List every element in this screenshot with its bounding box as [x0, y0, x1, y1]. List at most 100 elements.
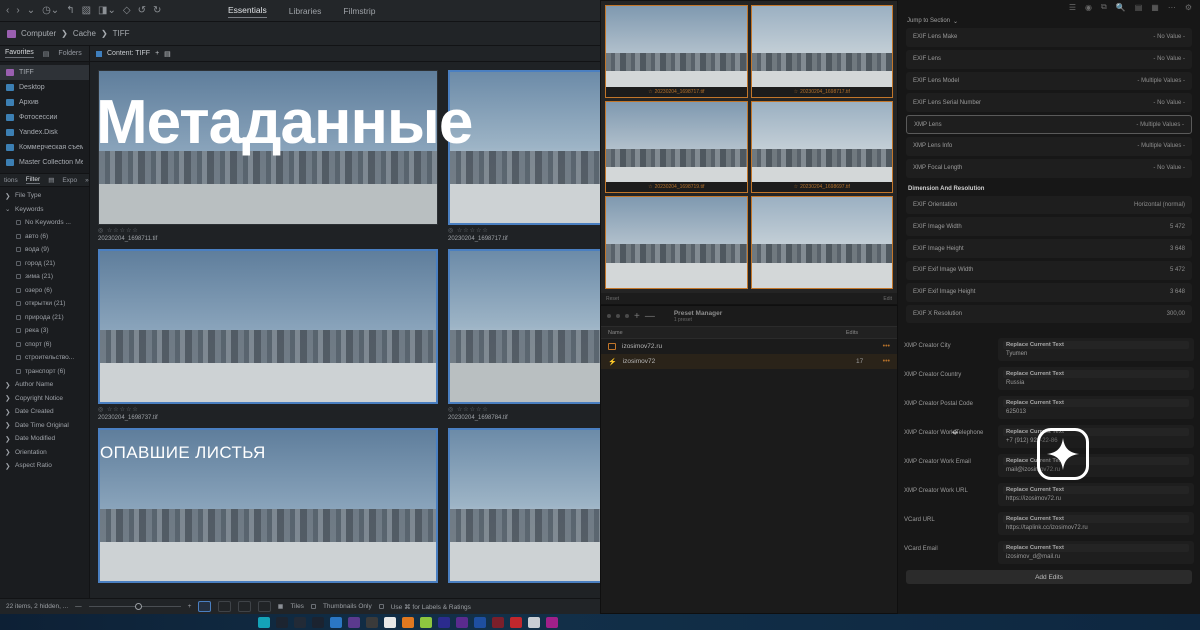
thumbnail-cell[interactable]: ◎ ☆☆☆☆☆ 20230204_1698737.tif — [98, 249, 438, 421]
creator-field-input[interactable]: Replace Current Text +7 (912) 923-22-86 — [998, 425, 1194, 448]
filter-keyword-11[interactable]: транспорт (6) — [0, 365, 89, 379]
exif-row-0[interactable]: EXIF Lens Make - No Value - — [906, 28, 1192, 47]
favorite-item-0[interactable]: TIFF — [0, 65, 89, 80]
magenta-app-icon[interactable] — [546, 616, 558, 628]
close-icon[interactable] — [607, 314, 611, 318]
filter-keyword-8[interactable]: река (3) — [0, 324, 89, 338]
filter-keyword-4[interactable]: зима (21) — [0, 270, 89, 284]
filter-keyword-0[interactable]: No Keywords ... — [0, 216, 89, 230]
favorite-item-1[interactable]: Desktop — [0, 80, 89, 95]
creator-field-input[interactable]: Replace Current Text 625013 — [998, 396, 1194, 419]
exif-dim-row-0[interactable]: EXIF Orientation Horizontal (normal) — [906, 195, 1192, 215]
filter-keyword-6[interactable]: открытки (21) — [0, 297, 89, 311]
creator-field-input[interactable]: Replace Current Text Tyumen — [998, 338, 1194, 361]
view-grid-button[interactable] — [198, 601, 212, 612]
preferences-icon[interactable]: ☰ — [1069, 3, 1076, 12]
maximize-icon[interactable] — [625, 314, 629, 318]
checkbox[interactable] — [16, 220, 21, 226]
panel-menu-icon[interactable]: ▤ — [43, 50, 50, 58]
checkbox[interactable] — [16, 341, 21, 347]
chevron-down-icon[interactable]: ⌄ — [27, 5, 35, 16]
checkbox[interactable] — [16, 301, 21, 307]
creator-field-input[interactable]: Replace Current Text izosimov_d@mail.ru — [998, 541, 1194, 564]
exif-row-2[interactable]: EXIF Lens Model - Multiple Values - — [906, 71, 1192, 91]
creator-field-input[interactable]: Replace Current Text Russia — [998, 367, 1194, 390]
filter-group-keywords[interactable]: ⌄ Keywords — [0, 203, 89, 217]
workspace-libraries[interactable]: Libraries — [289, 6, 322, 16]
checkbox[interactable] — [16, 287, 21, 293]
export-icon[interactable]: ▤ — [1135, 3, 1143, 12]
camera-import-icon[interactable]: ▧ — [82, 5, 91, 16]
favorite-item-3[interactable]: Фотосессии — [0, 110, 89, 125]
filter-keyword-9[interactable]: спорт (6) — [0, 338, 89, 352]
preset-row-0[interactable]: izosimov72.ru ••• — [601, 339, 897, 354]
expand-panel-icon-2[interactable]: » — [85, 177, 89, 184]
breadcrumb-cache[interactable]: Cache — [73, 29, 96, 38]
lightroom-reset-label[interactable]: Reset — [606, 296, 619, 302]
add-edits-button[interactable]: Add Edits — [906, 570, 1192, 584]
exif-row-5[interactable]: XMP Lens Info - Multiple Values - — [906, 136, 1192, 156]
diamond-app-icon[interactable] — [330, 616, 342, 628]
grey-app-icon[interactable] — [366, 616, 378, 628]
view-list-button[interactable] — [238, 601, 252, 612]
add-preset-button[interactable]: + — [634, 311, 640, 322]
exif-row-1[interactable]: EXIF Lens - No Value - — [906, 49, 1192, 69]
violet-app-icon[interactable] — [456, 616, 468, 628]
checkbox[interactable] — [16, 247, 21, 253]
lightroom-thumbnail[interactable] — [605, 196, 748, 289]
breadcrumb-computer[interactable]: Computer — [21, 29, 56, 38]
slider-knob[interactable] — [134, 603, 142, 610]
exif-dim-row-3[interactable]: EXIF Exif Image Width 5 472 — [906, 260, 1192, 280]
lightroom-thumbnail[interactable]: ☆ 20230204_1698717.tif — [750, 5, 893, 98]
minimize-icon[interactable] — [616, 314, 620, 318]
favorite-item-2[interactable]: Архив — [0, 95, 89, 110]
silver-app-icon[interactable] — [528, 616, 540, 628]
tab-collections[interactable]: tions — [4, 177, 18, 184]
exif-dim-row-4[interactable]: EXIF Exif Image Height 3 648 — [906, 282, 1192, 302]
exif-row-6[interactable]: XMP Focal Length - No Value - — [906, 158, 1192, 178]
thumbnail-image[interactable] — [98, 249, 438, 404]
tiles-checkbox[interactable] — [278, 604, 284, 609]
checkbox[interactable] — [16, 274, 21, 280]
jump-to-section-dropdown[interactable]: Jump to Section ⌄ — [898, 14, 1200, 28]
lightroom-thumbnail[interactable]: ☆ 20230204_1698719.tif — [605, 100, 748, 194]
checkbox[interactable] — [16, 328, 21, 334]
open-in-icon[interactable]: ◨⌄ — [98, 5, 116, 16]
info-icon[interactable]: ◉ — [1085, 3, 1092, 12]
back-icon[interactable]: ‹ — [6, 5, 9, 16]
lightroom-thumbnail[interactable]: ☆ 20230204_1698717.tif — [605, 5, 748, 98]
panel-menu-icon-2[interactable]: ▤ — [48, 176, 54, 184]
filter-group-b-6[interactable]: ❯ Aspect Ratio — [0, 459, 89, 473]
forward-icon[interactable]: › — [16, 5, 19, 16]
thumbnail-size-slider[interactable] — [88, 603, 181, 610]
tab-filter[interactable]: Filter — [25, 176, 41, 184]
copy-icon[interactable]: ⧉ — [1101, 2, 1107, 12]
workspace-essentials[interactable]: Essentials — [228, 5, 267, 18]
filter-keyword-7[interactable]: природа (21) — [0, 311, 89, 325]
row-menu-icon[interactable]: ••• — [883, 358, 890, 365]
filter-group-b-3[interactable]: ❯ Date Time Original — [0, 419, 89, 433]
grid-icon[interactable]: ▦ — [1151, 3, 1159, 12]
dark-app-icon[interactable] — [276, 616, 288, 628]
filter-group-b-0[interactable]: ❯ Author Name — [0, 378, 89, 392]
purple-app-icon[interactable] — [348, 616, 360, 628]
checkbox[interactable] — [16, 355, 21, 361]
creator-field-input[interactable]: Replace Current Text https://izosimov72.r… — [998, 483, 1194, 506]
thumbnails-only-checkbox[interactable] — [310, 604, 316, 609]
remove-preset-button[interactable]: — — [645, 311, 655, 322]
tab-favorites[interactable]: Favorites — [5, 49, 34, 58]
tab-export[interactable]: Expo — [62, 177, 77, 184]
checkbox[interactable] — [16, 314, 21, 320]
exif-dim-row-2[interactable]: EXIF Image Height 3 648 — [906, 239, 1192, 258]
exif-dim-row-5[interactable]: EXIF X Resolution 300,00 — [906, 304, 1192, 324]
parent-folder-icon[interactable]: ↰ — [66, 5, 74, 16]
filter-keyword-2[interactable]: вода (9) — [0, 243, 89, 257]
filter-keyword-1[interactable]: авто (6) — [0, 230, 89, 244]
view-details-button[interactable] — [258, 601, 272, 612]
add-tab-icon[interactable]: + — [155, 50, 159, 57]
filter-group-b-2[interactable]: ❯ Date Created — [0, 405, 89, 419]
row-menu-icon[interactable]: ••• — [883, 343, 890, 350]
lightroom-thumbnail[interactable]: ☆ 20230204_1698697.tif — [750, 100, 893, 194]
favorite-item-6[interactable]: Master Collection Medium — [0, 155, 89, 170]
filter-keyword-10[interactable]: строительство... — [0, 351, 89, 365]
